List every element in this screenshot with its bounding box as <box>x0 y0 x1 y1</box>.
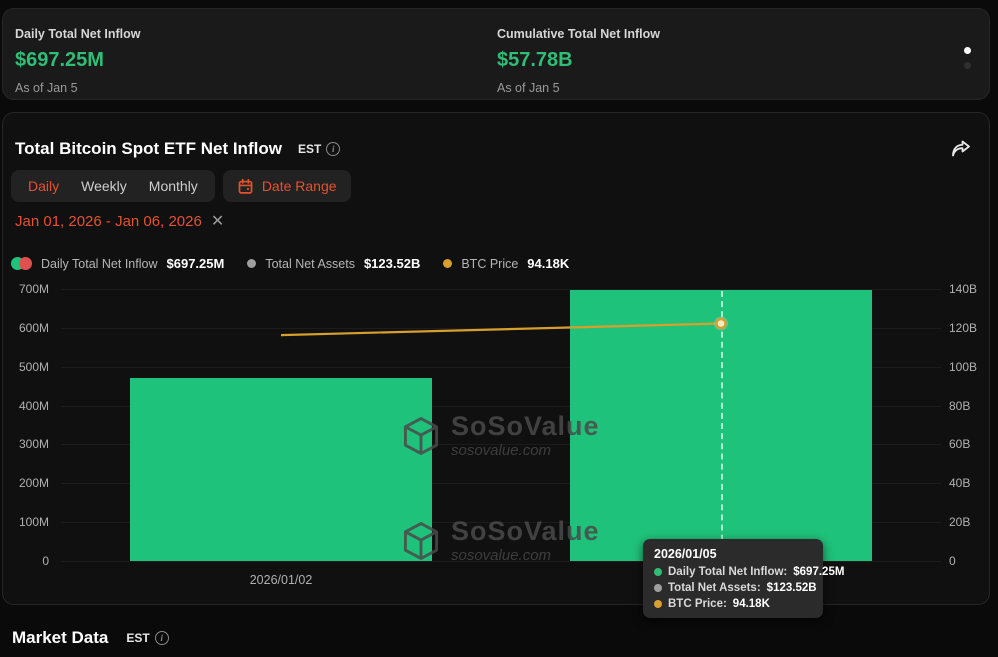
daily-net-inflow-value: $697.25M <box>15 49 140 72</box>
timezone-label: EST <box>126 631 149 645</box>
y-axis-right-tick: 60B <box>949 437 970 451</box>
carousel-dot-active[interactable] <box>964 47 971 54</box>
y-axis-left-tick: 700M <box>3 282 49 296</box>
tooltip-series-label: Daily Total Net Inflow: <box>668 566 787 578</box>
y-axis-right-tick: 20B <box>949 515 970 529</box>
cumulative-net-inflow-asof: As of Jan 5 <box>497 81 660 95</box>
daily-net-inflow-asof: As of Jan 5 <box>15 81 140 95</box>
etf-net-inflow-chart-card: Total Bitcoin Spot ETF Net Inflow EST i … <box>2 112 990 605</box>
y-axis-left-tick: 600M <box>3 321 49 335</box>
y-axis-left-tick: 0 <box>3 554 49 568</box>
info-icon[interactable]: i <box>155 631 169 645</box>
y-axis-right-tick: 80B <box>949 399 970 413</box>
daily-net-inflow-stat: Daily Total Net Inflow $697.25M As of Ja… <box>15 27 140 95</box>
y-axis-left-tick: 300M <box>3 437 49 451</box>
tooltip-series-label: Total Net Assets: <box>668 582 761 594</box>
daily-net-inflow-label: Daily Total Net Inflow <box>15 27 140 41</box>
tooltip-series-value: $697.25M <box>793 566 844 578</box>
tooltip-series-dot <box>654 584 662 592</box>
y-axis-right-tick: 140B <box>949 282 977 296</box>
plot-area: 700M 600M 500M 400M 300M 200M 100M 0 140B 120B 10… <box>3 113 991 606</box>
y-axis-left-tick: 100M <box>3 515 49 529</box>
tooltip-series-dot <box>654 568 662 576</box>
tooltip-row: BTC Price: 94.18K <box>654 598 812 610</box>
x-axis-label: 2026/01/02 <box>221 573 341 587</box>
plot-inner: SoSoValue sosovalue.com SoSoValue sosova… <box>61 289 941 561</box>
y-axis-left-tick: 400M <box>3 399 49 413</box>
tooltip-series-value: $123.52B <box>767 582 817 594</box>
carousel-dot-inactive[interactable] <box>964 62 971 69</box>
y-axis-left-tick: 200M <box>3 476 49 490</box>
tooltip-series-value: 94.18K <box>733 598 770 610</box>
btc-price-line <box>61 289 941 561</box>
market-data-header: Market Data EST i <box>12 628 169 648</box>
cumulative-net-inflow-label: Cumulative Total Net Inflow <box>497 27 660 41</box>
chart-tooltip: 2026/01/05 Daily Total Net Inflow:$697.2… <box>643 539 823 618</box>
y-axis-right-tick: 100B <box>949 360 977 374</box>
tooltip-series-dot <box>654 600 662 608</box>
tooltip-row: Daily Total Net Inflow:$697.25M <box>654 566 812 578</box>
y-axis-right-tick: 0 <box>949 554 956 568</box>
y-axis-right-tick: 40B <box>949 476 970 490</box>
tooltip-series-label: BTC Price: <box>668 598 727 610</box>
tooltip-row: Total Net Assets:$123.52B <box>654 582 812 594</box>
carousel-dots <box>964 47 971 69</box>
cumulative-net-inflow-stat: Cumulative Total Net Inflow $57.78B As o… <box>497 27 660 95</box>
tooltip-date: 2026/01/05 <box>654 547 812 561</box>
y-axis-right-tick: 120B <box>949 321 977 335</box>
cumulative-net-inflow-value: $57.78B <box>497 49 660 72</box>
y-axis-left-tick: 500M <box>3 360 49 374</box>
market-data-title: Market Data <box>12 628 108 648</box>
stats-card: Daily Total Net Inflow $697.25M As of Ja… <box>2 8 990 100</box>
